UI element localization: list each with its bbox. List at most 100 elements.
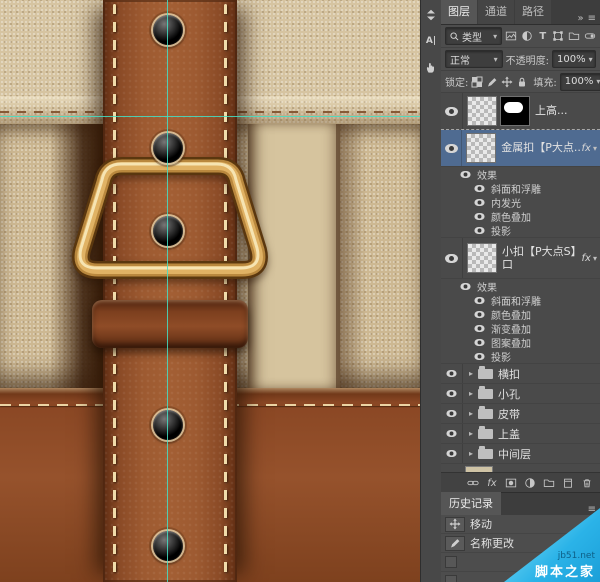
panel-tabs-bar: 图层 通道 路径 » ≡ [441,0,600,25]
group-name[interactable]: 中间层 [498,446,531,462]
chevron-right-icon[interactable]: ▸ [469,429,473,438]
layer-mask-thumbnail[interactable] [500,96,530,126]
add-mask-icon[interactable] [504,476,518,490]
blend-mode-dropdown[interactable]: 正常 ▾ [445,50,503,68]
collapse-panels-icon[interactable]: » [577,13,583,24]
visibility-eye-icon[interactable] [474,352,484,359]
layer-thumbnail[interactable] [467,243,497,273]
lock-pixels-icon[interactable] [486,75,498,89]
link-layers-icon[interactable] [466,476,480,490]
history-panel-header: 历史记录 ≡ [441,492,600,516]
double-arrow-icon[interactable] [423,7,439,23]
opacity-label: 不透明度: [506,52,549,67]
visibility-eye-icon[interactable] [460,282,470,289]
fill-value-dropdown[interactable]: 100% ▾ [560,73,600,91]
layer-style-fx-icon[interactable]: fx [485,476,499,490]
character-panel-icon[interactable]: A| [423,33,439,49]
layer-thumbnail[interactable] [466,133,496,163]
tab-paths[interactable]: 路径 [515,0,551,24]
visibility-eye-icon[interactable] [446,430,456,437]
group-name[interactable]: 上盖 [498,426,520,442]
effects-header-row[interactable]: 效果 [441,279,600,293]
group-name[interactable]: 皮带 [498,406,520,422]
filter-kind-dropdown[interactable]: 类型 ▾ [445,27,502,45]
visibility-eye-icon[interactable] [474,184,484,191]
new-layer-icon[interactable] [561,476,575,490]
lock-label: 锁定: [445,74,468,89]
notes-panel-icon[interactable] [423,59,439,75]
visibility-eye-icon[interactable] [446,410,456,417]
strap-stitch-right [224,4,227,578]
tab-layers[interactable]: 图层 [441,0,477,24]
layer-name[interactable]: 小扣【P大点S】 口 [502,245,582,271]
pixel-filter-icon[interactable] [505,29,518,44]
tab-history[interactable]: 历史记录 [441,492,501,515]
effect-row[interactable]: 渐变叠加 [441,321,600,335]
photoshop-window: A| 图层 通道 路径 » ≡ 类型 ▾ T [0,0,600,582]
effect-row[interactable]: 斜面和浮雕 [441,181,600,195]
chevron-right-icon[interactable]: ▸ [469,449,473,458]
effect-row[interactable]: 投影 [441,349,600,364]
layer-name[interactable]: 上高... [535,104,568,117]
effect-row[interactable]: 内发光 [441,195,600,209]
layer-row-selected[interactable]: 金属扣【P大点... fx ▾ [441,130,600,167]
effect-row[interactable]: 颜色叠加 [441,209,600,223]
layer-list: 上高... 金属扣【P大点... fx ▾ 效果 斜面和浮雕 [441,93,600,472]
visibility-eye-icon[interactable] [445,107,458,116]
visibility-eye-icon[interactable] [474,324,484,331]
visibility-eye-icon[interactable] [474,338,484,345]
group-name[interactable]: 横扣 [498,366,520,382]
visibility-eye-icon[interactable] [446,370,456,377]
visibility-eye-icon[interactable] [474,198,484,205]
visibility-eye-icon[interactable] [445,144,458,153]
lock-all-icon[interactable] [516,75,528,89]
lock-transparency-icon[interactable] [471,75,483,89]
canvas-area[interactable] [0,0,420,582]
effect-row[interactable]: 投影 [441,223,600,238]
visibility-eye-icon[interactable] [446,390,456,397]
layer-row[interactable]: 上高... [441,93,600,130]
layer-fx-badge[interactable]: fx ▾ [582,143,600,154]
group-name[interactable]: 小孔 [498,386,520,402]
group-row[interactable]: ▸ 中间层 [441,444,600,464]
new-group-icon[interactable] [542,476,556,490]
strap-stitch-left [113,4,116,578]
visibility-eye-icon[interactable] [445,254,458,263]
effect-row[interactable]: 斜面和浮雕 [441,293,600,307]
visibility-eye-icon[interactable] [460,170,470,177]
chevron-right-icon[interactable]: ▸ [469,369,473,378]
grommet-hole [153,133,183,163]
adjustment-filter-icon[interactable] [521,29,534,44]
delete-layer-icon[interactable] [580,476,594,490]
watermark-url: jb51.net [558,551,595,561]
panel-menu-icon[interactable]: ≡ [588,13,596,24]
lock-position-icon[interactable] [501,75,513,89]
tab-channels[interactable]: 通道 [478,0,514,24]
layer-name[interactable]: 金属扣【P大点... [501,141,581,154]
group-row[interactable]: ▸ 横扣 [441,364,600,384]
chevron-down-icon: ▾ [493,32,497,41]
visibility-eye-icon[interactable] [474,226,484,233]
effect-row[interactable]: 图案叠加 [441,335,600,349]
filter-toggle-icon[interactable] [583,29,596,44]
folder-icon [478,369,493,379]
visibility-eye-icon[interactable] [474,212,484,219]
effect-row[interactable]: 颜色叠加 [441,307,600,321]
effects-header-row[interactable]: 效果 [441,167,600,181]
smart-object-filter-icon[interactable] [568,29,581,44]
layer-row[interactable]: 小扣【P大点S】 口 fx ▾ [441,238,600,279]
group-row[interactable]: ▸ 皮带 [441,404,600,424]
visibility-eye-icon[interactable] [474,310,484,317]
group-row[interactable]: ▸ 上盖 [441,424,600,444]
layer-thumbnail[interactable] [467,96,497,126]
shape-filter-icon[interactable] [552,29,565,44]
opacity-value-dropdown[interactable]: 100% ▾ [552,50,596,68]
chevron-right-icon[interactable]: ▸ [469,409,473,418]
chevron-right-icon[interactable]: ▸ [469,389,473,398]
layer-fx-badge[interactable]: fx ▾ [582,253,600,264]
visibility-eye-icon[interactable] [474,296,484,303]
group-row[interactable]: ▸ 小孔 [441,384,600,404]
visibility-eye-icon[interactable] [446,450,456,457]
type-filter-icon[interactable]: T [536,29,549,44]
adjustment-layer-icon[interactable] [523,476,537,490]
